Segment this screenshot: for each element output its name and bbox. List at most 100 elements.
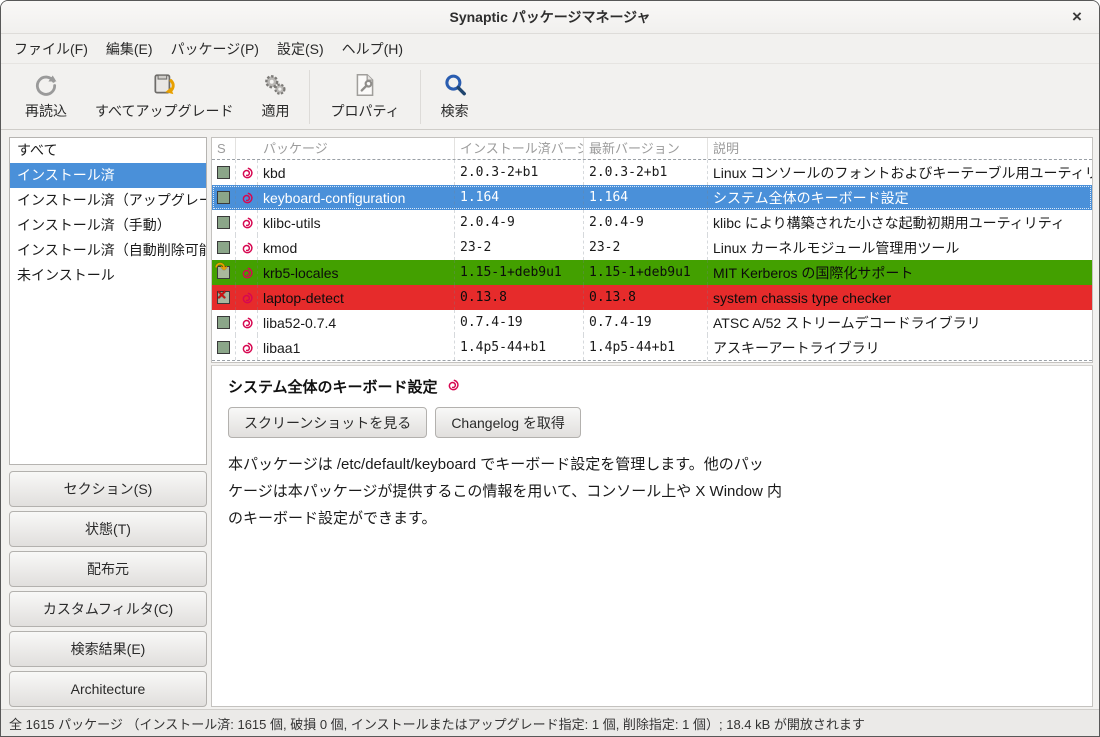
- table-row[interactable]: kmod 23-2 23-2 Linux カーネルモジュール管理用ツール: [212, 235, 1092, 260]
- installed-version: 0.13.8: [455, 285, 584, 310]
- search-results-button[interactable]: 検索結果(E): [9, 631, 207, 667]
- menu-package[interactable]: パッケージ(P): [162, 35, 268, 63]
- reload-label: 再読込: [25, 101, 67, 121]
- installed-version: 0.7.4-19: [455, 310, 584, 335]
- package-name: klibc-utils: [258, 210, 455, 235]
- statusbar: 全 1615 パッケージ （インストール済: 1615 個, 破損 0 個, イ…: [1, 709, 1099, 736]
- status-text: 全 1615 パッケージ （インストール済: 1615 個, 破損 0 個, イ…: [9, 714, 865, 733]
- package-description: MIT Kerberos の国際化サポート: [708, 260, 1092, 285]
- close-icon[interactable]: ×: [1065, 5, 1089, 29]
- table-header: S パッケージ インストール済バージョン 最新バージョン 説明: [212, 138, 1092, 160]
- debian-swirl-icon: [240, 266, 254, 280]
- filter-item[interactable]: すべて: [10, 138, 206, 163]
- sidebar: すべてインストール済インストール済（アップグレード可）インストール済（手動）イン…: [9, 137, 207, 707]
- filter-item[interactable]: 未インストール: [10, 263, 206, 288]
- menu-settings[interactable]: 設定(S): [268, 35, 333, 63]
- debian-swirl-icon: [446, 378, 460, 392]
- table-row[interactable]: libaa1 1.4p5-44+b1 1.4p5-44+b1 アスキーアートライ…: [212, 335, 1092, 360]
- menubar: ファイル(F) 編集(E) パッケージ(P) 設定(S) ヘルプ(H): [1, 34, 1099, 64]
- sections-button[interactable]: セクション(S): [9, 471, 207, 507]
- origin-button[interactable]: 配布元: [9, 551, 207, 587]
- toolbar: 再読込 すべてアップグレード 適用: [1, 64, 1099, 130]
- status-installed-icon: [217, 341, 230, 354]
- package-icon-cell: [236, 285, 258, 310]
- package-description: Linux コンソールのフォントおよびキーテーブル用ユーティリティ: [708, 160, 1092, 185]
- table-row[interactable]: × laptop-detect 0.13.8 0.13.8 system cha…: [212, 285, 1092, 310]
- installed-version: 2.0.4-9: [455, 210, 584, 235]
- package-name: laptop-detect: [258, 285, 455, 310]
- package-table: S パッケージ インストール済バージョン 最新バージョン 説明 kbd 2.0.…: [211, 137, 1093, 363]
- reload-icon: [33, 72, 59, 98]
- upgrade-all-icon: [151, 72, 177, 98]
- column-header-icon[interactable]: [236, 138, 258, 159]
- properties-icon: [352, 72, 378, 98]
- filter-item[interactable]: インストール済（アップグレード可）: [10, 188, 206, 213]
- apply-gears-icon: [262, 72, 288, 98]
- package-name: kmod: [258, 235, 455, 260]
- package-name: keyboard-configuration: [258, 185, 455, 210]
- column-header-status[interactable]: S: [212, 138, 236, 159]
- upgrade-all-label: すべてアップグレード: [95, 101, 233, 121]
- table-row[interactable]: klibc-utils 2.0.4-9 2.0.4-9 klibc により構築さ…: [212, 210, 1092, 235]
- debian-swirl-icon: [240, 216, 254, 230]
- status-reinstall-icon: ↷: [217, 266, 230, 279]
- column-header-description[interactable]: 説明: [708, 138, 1092, 159]
- package-icon-cell: [236, 335, 258, 360]
- column-header-latest-version[interactable]: 最新バージョン: [584, 138, 708, 159]
- status-button[interactable]: 状態(T): [9, 511, 207, 547]
- toolbar-separator: [309, 70, 310, 124]
- table-row[interactable]: keyboard-configuration 1.164 1.164 システム全…: [212, 185, 1092, 210]
- latest-version: 1.4p5-44+b1: [584, 335, 708, 360]
- package-description: Linux カーネルモジュール管理用ツール: [708, 235, 1092, 260]
- status-remove-icon: ×: [217, 291, 230, 304]
- view-screenshot-button[interactable]: スクリーンショットを見る: [228, 407, 427, 438]
- details-swirl-slot: [446, 378, 460, 395]
- menu-edit[interactable]: 編集(E): [97, 35, 162, 63]
- status-installed-icon: [217, 316, 230, 329]
- installed-version: 1.15-1+deb9u1: [455, 260, 584, 285]
- installed-version: 1.164: [455, 185, 584, 210]
- search-button[interactable]: 検索: [427, 66, 483, 128]
- apply-button[interactable]: 適用: [247, 66, 303, 128]
- package-description: system chassis type checker: [708, 285, 1092, 310]
- column-header-installed-version[interactable]: インストール済バージョン: [455, 138, 584, 159]
- package-name: kbd: [258, 160, 455, 185]
- reload-button[interactable]: 再読込: [11, 66, 81, 128]
- package-icon-cell: [236, 160, 258, 185]
- filter-item[interactable]: インストール済（手動）: [10, 213, 206, 238]
- package-rows: kbd 2.0.3-2+b1 2.0.3-2+b1 Linux コンソールのフォ…: [212, 160, 1092, 361]
- package-icon-cell: [236, 210, 258, 235]
- table-row[interactable]: kbd 2.0.3-2+b1 2.0.3-2+b1 Linux コンソールのフォ…: [212, 160, 1092, 185]
- properties-label: プロパティ: [330, 101, 399, 121]
- debian-swirl-icon: [240, 316, 254, 330]
- properties-button[interactable]: プロパティ: [316, 66, 413, 128]
- filter-item[interactable]: インストール済: [10, 163, 206, 188]
- filter-list: すべてインストール済インストール済（アップグレード可）インストール済（手動）イン…: [9, 137, 207, 465]
- latest-version: 1.164: [584, 185, 708, 210]
- package-name: krb5-locales: [258, 260, 455, 285]
- filter-item[interactable]: インストール済（自動削除可能）: [10, 238, 206, 263]
- column-header-package[interactable]: パッケージ: [258, 138, 455, 159]
- package-description: システム全体のキーボード設定: [708, 185, 1092, 210]
- search-icon: [442, 72, 468, 98]
- menu-file[interactable]: ファイル(F): [5, 35, 97, 63]
- upgrade-all-button[interactable]: すべてアップグレード: [81, 66, 247, 128]
- package-description: klibc により構築された小さな起動初期用ユーティリティ: [708, 210, 1092, 235]
- latest-version: 2.0.4-9: [584, 210, 708, 235]
- table-row[interactable]: ↷ krb5-locales 1.15-1+deb9u1 1.15-1+deb9…: [212, 260, 1092, 285]
- toolbar-separator: [420, 70, 421, 124]
- debian-swirl-icon: [240, 341, 254, 355]
- package-icon-cell: [236, 260, 258, 285]
- content-area: S パッケージ インストール済バージョン 最新バージョン 説明 kbd 2.0.…: [211, 137, 1093, 707]
- installed-version: 1.4p5-44+b1: [455, 335, 584, 360]
- table-row[interactable]: liba52-0.7.4 0.7.4-19 0.7.4-19 ATSC A/52…: [212, 310, 1092, 335]
- details-title: システム全体のキーボード設定: [228, 376, 438, 397]
- latest-version: 0.7.4-19: [584, 310, 708, 335]
- architecture-button[interactable]: Architecture: [9, 671, 207, 707]
- window-title: Synaptic パッケージマネージャ: [450, 7, 651, 27]
- get-changelog-button[interactable]: Changelog を取得: [435, 407, 581, 438]
- menu-help[interactable]: ヘルプ(H): [333, 35, 412, 63]
- custom-filters-button[interactable]: カスタムフィルタ(C): [9, 591, 207, 627]
- status-installed-icon: [217, 166, 230, 179]
- apply-label: 適用: [261, 101, 289, 121]
